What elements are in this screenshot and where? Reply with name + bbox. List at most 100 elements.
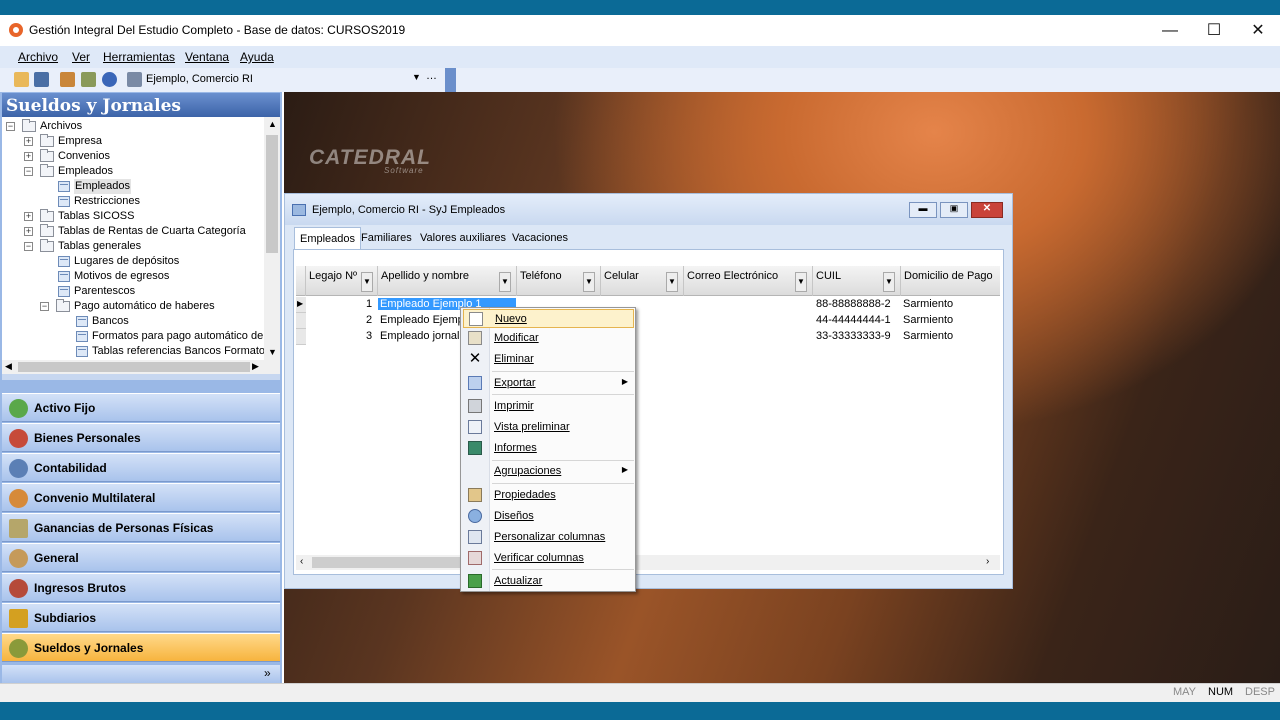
help-icon[interactable] bbox=[102, 72, 117, 87]
tab-empleados[interactable]: Empleados bbox=[294, 227, 362, 249]
table-row[interactable]: ▶ 1 Empleado Ejemplo 1 88-88888888-2 Sar… bbox=[296, 297, 1000, 313]
collapse-icon[interactable]: − bbox=[24, 242, 33, 251]
cell-legajo[interactable]: 1 bbox=[366, 298, 372, 310]
row-selector[interactable]: ▶ bbox=[296, 297, 306, 313]
menu-item-exportar[interactable]: Exportar ▶ bbox=[463, 374, 634, 393]
nav-splitter[interactable] bbox=[2, 374, 280, 380]
expand-icon[interactable]: + bbox=[24, 137, 33, 146]
menu-item-nuevo[interactable]: Nuevo bbox=[463, 309, 634, 328]
chevron-right-icon[interactable]: ▶ bbox=[252, 361, 259, 372]
table-row[interactable]: 2 Empleado Ejemplo 44-44444444-1 Sarmien… bbox=[296, 313, 1000, 329]
company-combo[interactable]: Ejemplo, Comercio RI ▼ … bbox=[146, 70, 442, 89]
grid-horizontal-scrollbar[interactable]: ‹ › bbox=[296, 555, 1000, 570]
minimize-button[interactable]: — bbox=[1148, 15, 1192, 46]
menu-herramientas[interactable]: Herramientas bbox=[103, 50, 175, 64]
close-button[interactable]: ✕ bbox=[1236, 15, 1280, 46]
menu-archivo[interactable]: Archivo bbox=[18, 50, 58, 64]
nav-ingresos-brutos[interactable]: Ingresos Brutos bbox=[2, 573, 280, 602]
scroll-thumb[interactable] bbox=[312, 557, 462, 568]
menu-ver[interactable]: Ver bbox=[72, 50, 90, 64]
tab-vacaciones[interactable]: Vacaciones bbox=[507, 227, 573, 249]
chevron-down-icon[interactable]: ▼ bbox=[795, 272, 807, 292]
nav-ganancias[interactable]: Ganancias de Personas Físicas bbox=[2, 513, 280, 542]
cell-domicilio[interactable]: Sarmiento bbox=[903, 330, 953, 342]
nav-bienes-personales[interactable]: Bienes Personales bbox=[2, 423, 280, 452]
column-legajo[interactable]: Legajo Nº ▼ bbox=[306, 266, 378, 296]
tab-familiares[interactable]: Familiares bbox=[356, 227, 417, 249]
chevron-up-icon[interactable]: ▲ bbox=[268, 119, 277, 129]
tab-valores-auxiliares[interactable]: Valores auxiliares bbox=[415, 227, 511, 249]
chevron-down-icon[interactable]: ▼ bbox=[666, 272, 678, 292]
nav-general[interactable]: General bbox=[2, 543, 280, 572]
menu-item-vista-preliminar[interactable]: Vista preliminar bbox=[463, 418, 634, 437]
row-selector[interactable] bbox=[296, 329, 306, 345]
child-minimize-button[interactable]: ▬ bbox=[909, 202, 937, 218]
menu-item-agrupaciones[interactable]: Agrupaciones ▶ bbox=[463, 462, 634, 481]
column-correo[interactable]: Correo Electrónico ▼ bbox=[684, 266, 813, 296]
child-restore-button[interactable]: ▣ bbox=[940, 202, 968, 218]
chevron-left-icon[interactable]: ‹ bbox=[300, 556, 303, 567]
collapse-icon[interactable]: − bbox=[40, 302, 49, 311]
menu-item-informes[interactable]: Informes bbox=[463, 439, 634, 458]
chart-icon bbox=[9, 519, 28, 538]
toolbar-overflow[interactable] bbox=[445, 68, 456, 92]
cell-domicilio[interactable]: Sarmiento bbox=[903, 298, 953, 310]
maximize-button[interactable]: ☐ bbox=[1192, 15, 1236, 46]
scroll-thumb[interactable] bbox=[266, 135, 278, 253]
nav-convenio-multilateral[interactable]: Convenio Multilateral bbox=[2, 483, 280, 512]
column-telefono[interactable]: Teléfono ▼ bbox=[517, 266, 601, 296]
chevron-down-icon[interactable]: ▼ bbox=[268, 347, 277, 357]
expand-icon[interactable]: + bbox=[24, 212, 33, 221]
menu-item-personalizar-columnas[interactable]: Personalizar columnas bbox=[463, 528, 634, 547]
column-cuil[interactable]: CUIL ▼ bbox=[813, 266, 901, 296]
cell-domicilio[interactable]: Sarmiento bbox=[903, 314, 953, 326]
menu-item-actualizar[interactable]: Actualizar bbox=[463, 572, 634, 591]
tree-icon[interactable] bbox=[14, 72, 29, 87]
chevron-down-icon[interactable]: ▼ bbox=[361, 272, 373, 292]
nav-subdiarios[interactable]: Subdiarios bbox=[2, 603, 280, 632]
cell-legajo[interactable]: 2 bbox=[366, 314, 372, 326]
chevron-down-icon[interactable]: ▼ bbox=[412, 72, 421, 82]
menu-item-modificar[interactable]: Modificar bbox=[463, 329, 634, 348]
column-domicilio[interactable]: Domicilio de Pago bbox=[901, 266, 1000, 296]
chevron-down-icon[interactable]: ▼ bbox=[583, 272, 595, 292]
menu-item-eliminar[interactable]: ✕ Eliminar bbox=[463, 350, 634, 369]
expand-icon[interactable]: + bbox=[24, 152, 33, 161]
column-celular[interactable]: Celular ▼ bbox=[601, 266, 684, 296]
configure-buttons-icon[interactable]: » bbox=[264, 666, 271, 680]
menu-ventana[interactable]: Ventana bbox=[185, 50, 229, 64]
menu-item-disenos[interactable]: Diseños bbox=[463, 507, 634, 526]
collapse-icon[interactable]: − bbox=[6, 122, 15, 131]
nav-sueldos-jornales[interactable]: Sueldos y Jornales bbox=[2, 633, 280, 662]
calculator-icon[interactable] bbox=[81, 72, 96, 87]
chevron-left-icon[interactable]: ◀ bbox=[5, 361, 12, 372]
combo-more-button[interactable]: … bbox=[426, 70, 437, 82]
row-selector[interactable] bbox=[296, 313, 306, 329]
cell-cuil[interactable]: 33-33333333-9 bbox=[816, 330, 891, 342]
menu-ayuda[interactable]: Ayuda bbox=[240, 50, 274, 64]
expand-icon[interactable]: + bbox=[24, 227, 33, 236]
cell-cuil[interactable]: 88-88888888-2 bbox=[816, 298, 891, 310]
menu-item-verificar-columnas[interactable]: Verificar columnas bbox=[463, 549, 634, 568]
table-row[interactable]: 3 Empleado jornaliza 33-33333333-9 Sarmi… bbox=[296, 329, 1000, 345]
menu-item-propiedades[interactable]: Propiedades bbox=[463, 486, 634, 505]
nav-activo-fijo[interactable]: Activo Fijo bbox=[2, 393, 280, 422]
chevron-right-icon[interactable]: › bbox=[986, 556, 989, 567]
cell-legajo[interactable]: 3 bbox=[366, 330, 372, 342]
save-icon[interactable] bbox=[34, 72, 49, 87]
scroll-thumb[interactable] bbox=[18, 362, 250, 372]
column-apellido[interactable]: Apellido y nombre ▼ bbox=[378, 266, 517, 296]
collapse-icon[interactable]: − bbox=[24, 167, 33, 176]
logo-subtext: Software bbox=[384, 166, 424, 175]
cell-nombre[interactable]: Empleado Ejemplo bbox=[380, 314, 472, 326]
chevron-down-icon[interactable]: ▼ bbox=[499, 272, 511, 292]
cell-cuil[interactable]: 44-44444444-1 bbox=[816, 314, 891, 326]
menu-item-imprimir[interactable]: Imprimir bbox=[463, 397, 634, 416]
menu-label: Vista preliminar bbox=[494, 421, 570, 433]
users-icon[interactable] bbox=[60, 72, 75, 87]
tree-horizontal-scrollbar[interactable]: ◀ ▶ bbox=[2, 360, 280, 374]
tree-vertical-scrollbar[interactable]: ▲ ▼ bbox=[264, 117, 280, 360]
nav-contabilidad[interactable]: Contabilidad bbox=[2, 453, 280, 482]
chevron-down-icon[interactable]: ▼ bbox=[883, 272, 895, 292]
child-close-button[interactable]: ✕ bbox=[971, 202, 1003, 218]
